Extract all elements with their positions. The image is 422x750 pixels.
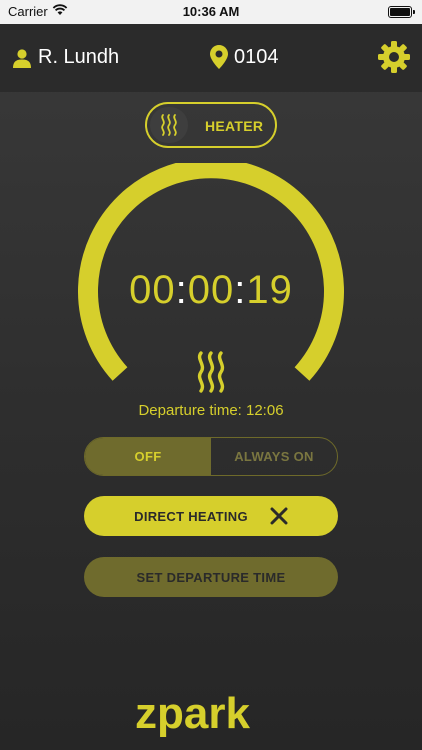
app-screen: Carrier 10:36 AM R. Lundh 0104 HEATER 00… — [0, 0, 422, 750]
location-pin-icon — [210, 45, 228, 69]
location-selector[interactable]: 0104 — [210, 45, 279, 69]
set-departure-time-button[interactable]: SET DEPARTURE TIME — [84, 557, 338, 597]
top-bar: R. Lundh 0104 — [0, 24, 422, 92]
battery-icon — [388, 6, 415, 18]
heater-icon-badge — [150, 107, 188, 143]
timer-hours: 00 — [129, 268, 176, 312]
heat-waves-icon — [197, 351, 225, 393]
user-profile[interactable]: R. Lundh — [12, 46, 119, 69]
timer-separator: : — [175, 268, 188, 312]
heater-mode-label: HEATER — [205, 118, 264, 134]
gear-icon[interactable] — [377, 40, 411, 74]
countdown-timer: 00:00:19 — [0, 268, 422, 313]
heater-mode-button[interactable]: HEATER — [145, 102, 277, 148]
heating-mode-toggle: OFF ALWAYS ON — [84, 437, 338, 476]
heat-waves-icon — [161, 114, 177, 136]
clock: 10:36 AM — [182, 4, 240, 19]
direct-heating-button[interactable]: DIRECT HEATING — [84, 496, 338, 536]
direct-heating-label: DIRECT HEATING — [134, 508, 248, 524]
user-name: R. Lundh — [38, 46, 120, 68]
departure-time-label: Departure time: 12:06 — [138, 402, 284, 419]
user-icon — [13, 48, 31, 68]
toggle-always-on[interactable]: ALWAYS ON — [211, 438, 337, 475]
brand-logo: zpark — [135, 692, 250, 738]
location-label: 0104 — [234, 45, 279, 68]
timer-seconds: 19 — [246, 268, 293, 312]
toggle-off[interactable]: OFF — [85, 438, 211, 475]
timer-separator: : — [234, 268, 247, 312]
svg-text:zpark: zpark — [135, 692, 250, 738]
status-bar: Carrier 10:36 AM — [0, 0, 422, 24]
timer-minutes: 00 — [187, 268, 235, 312]
close-icon[interactable] — [270, 507, 288, 525]
